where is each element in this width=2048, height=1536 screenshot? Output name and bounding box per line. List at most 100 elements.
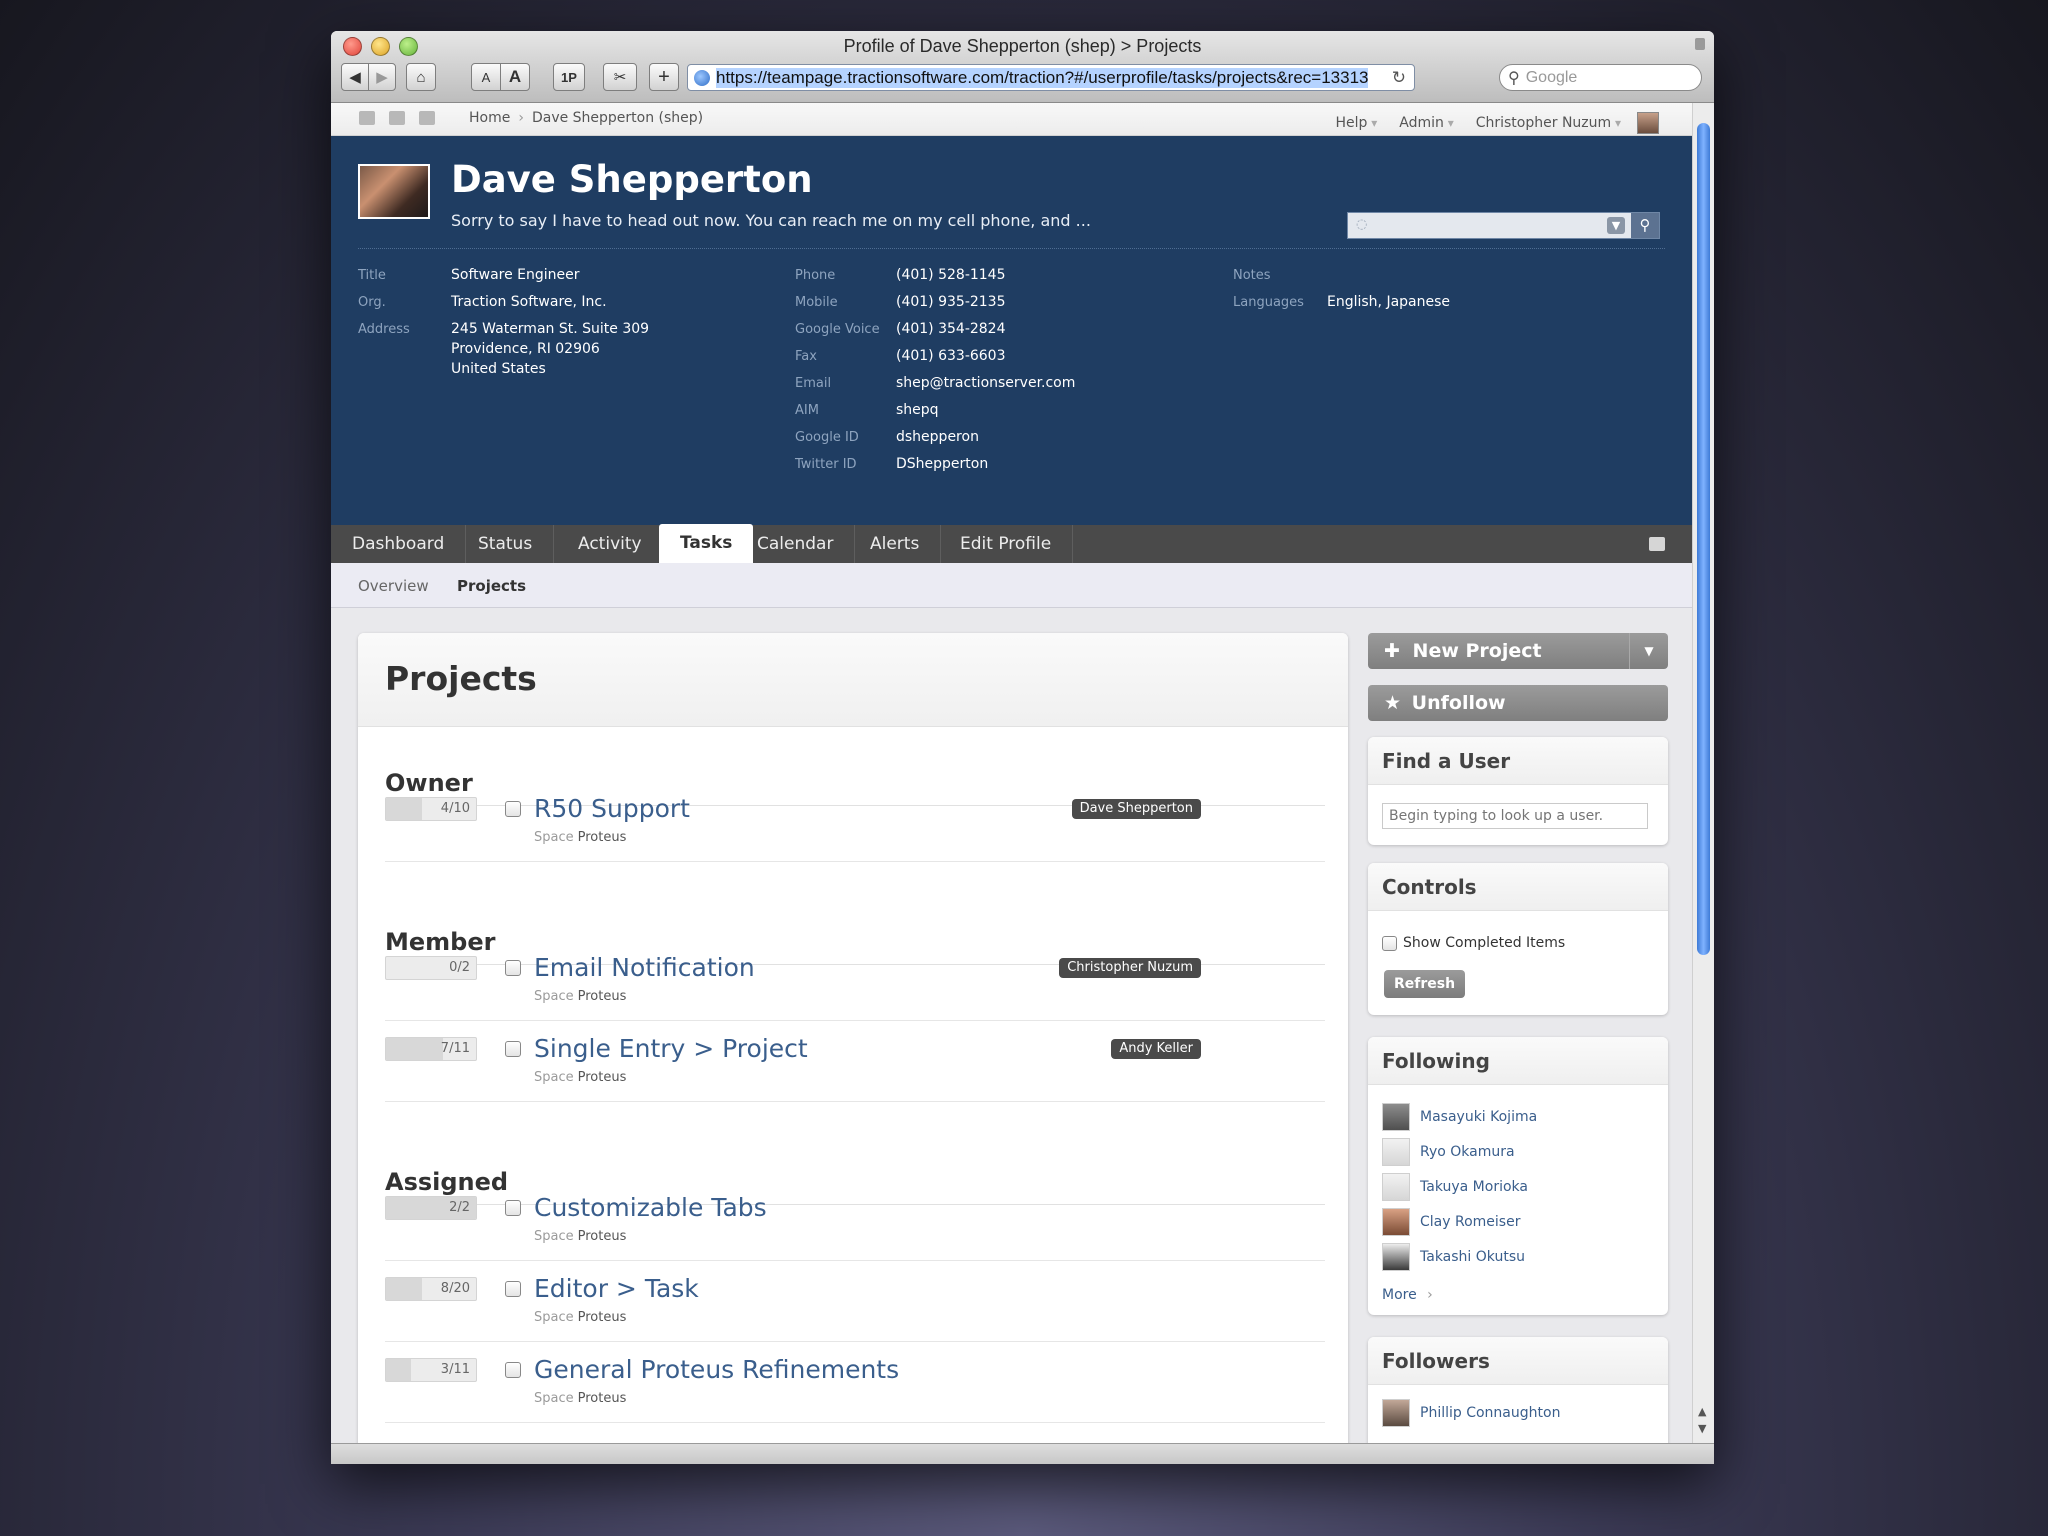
help-menu[interactable]: Help xyxy=(1335,115,1377,131)
dropdown-icon[interactable]: ▼ xyxy=(1607,217,1625,234)
following-item[interactable]: Ryo Okamura xyxy=(1382,1138,1515,1166)
owner-badge[interactable]: Christopher Nuzum xyxy=(1059,958,1201,978)
progress-bar: 8/20 xyxy=(385,1277,477,1301)
project-checkbox[interactable] xyxy=(505,801,521,817)
contact-label: Twitter ID xyxy=(795,457,857,472)
project-checkbox[interactable] xyxy=(505,1041,521,1057)
space-link[interactable]: Proteus xyxy=(578,1070,627,1085)
progress-bar: 4/10 xyxy=(385,797,477,821)
more-link[interactable]: More › xyxy=(1382,1287,1433,1303)
notes-label: Notes xyxy=(1233,268,1271,283)
onepassword-button[interactable]: 1P xyxy=(553,63,585,91)
print-icon[interactable] xyxy=(1649,537,1665,551)
following-name: Ryo Okamura xyxy=(1420,1144,1515,1160)
following-name: Takuya Morioka xyxy=(1420,1179,1528,1195)
space-link[interactable]: Proteus xyxy=(578,1229,627,1244)
spaces-icon[interactable] xyxy=(389,111,405,125)
scissors-icon: ✂ xyxy=(613,69,627,86)
browser-search-field[interactable]: ⚲ Google xyxy=(1499,64,1702,91)
show-completed-row: Show Completed Items xyxy=(1382,935,1565,951)
text-bigger-button[interactable]: A xyxy=(500,63,530,91)
tab-activity[interactable]: Activity xyxy=(557,525,664,563)
breadcrumb-home[interactable]: Home xyxy=(469,110,510,126)
contact-value: (401) 935-2135 xyxy=(896,294,1006,310)
show-completed-checkbox[interactable] xyxy=(1382,935,1397,951)
subtab-projects[interactable]: Projects xyxy=(457,577,526,595)
tab-calendar[interactable]: Calendar xyxy=(736,525,856,563)
progress-text: 3/11 xyxy=(440,1362,470,1377)
project-title-link[interactable]: R50 Support xyxy=(534,794,690,823)
follower-item[interactable]: Phillip Connaughton xyxy=(1382,1399,1560,1427)
forward-button[interactable]: ▶ xyxy=(368,63,396,91)
progress-fill xyxy=(386,798,422,820)
following-item[interactable]: Takashi Okutsu xyxy=(1382,1243,1525,1271)
project-title-link[interactable]: Single Entry > Project xyxy=(534,1034,808,1063)
avatar[interactable] xyxy=(1637,112,1659,134)
title-value: Software Engineer xyxy=(451,267,580,283)
contact-value: dshepperon xyxy=(896,429,979,445)
search-icon[interactable]: ⚲ xyxy=(1631,213,1659,238)
owner-badge[interactable]: Andy Keller xyxy=(1111,1039,1201,1059)
space-link[interactable]: Proteus xyxy=(578,830,627,845)
avatar xyxy=(1382,1173,1410,1201)
admin-menu[interactable]: Admin xyxy=(1399,115,1453,131)
progress-fill xyxy=(386,1278,422,1300)
people-icon[interactable] xyxy=(419,111,435,125)
section-heading: Owner xyxy=(385,769,473,797)
user-navigation: Help Admin Christopher Nuzum xyxy=(1335,112,1659,134)
subtab-overview[interactable]: Overview xyxy=(358,577,429,595)
project-checkbox[interactable] xyxy=(505,1200,521,1216)
space-label: Space xyxy=(534,1229,574,1244)
contact-label: Google Voice xyxy=(795,322,880,337)
reload-icon[interactable]: ↻ xyxy=(1392,68,1406,88)
space-link[interactable]: Proteus xyxy=(578,1391,627,1406)
owner-badge[interactable]: Dave Shepperton xyxy=(1071,799,1201,819)
url-text[interactable]: https://teampage.tractionsoftware.com/tr… xyxy=(716,67,1369,88)
tab-status[interactable]: Status xyxy=(457,525,555,563)
following-item[interactable]: Clay Romeiser xyxy=(1382,1208,1520,1236)
scroll-thumb[interactable] xyxy=(1697,123,1710,955)
refresh-button[interactable]: Refresh xyxy=(1384,970,1466,998)
contact-value: shepq xyxy=(896,402,939,418)
home-button[interactable]: ⌂ xyxy=(406,63,436,91)
contact-value: DShepperton xyxy=(896,456,989,472)
spinner-icon: ◌ xyxy=(1356,217,1368,232)
profile-search-input[interactable]: ◌ ▼ ⚲ xyxy=(1347,212,1660,239)
project-checkbox[interactable] xyxy=(505,1281,521,1297)
project-space: Space Proteus xyxy=(534,1229,626,1244)
project-title-link[interactable]: Editor > Task xyxy=(534,1274,699,1303)
home-icon[interactable] xyxy=(359,111,375,125)
clip-button[interactable]: ✂ xyxy=(603,63,637,91)
following-name: Clay Romeiser xyxy=(1420,1214,1521,1230)
space-label: Space xyxy=(534,1070,574,1085)
profile-name: Dave Shepperton xyxy=(451,158,813,201)
project-title-link[interactable]: General Proteus Refinements xyxy=(534,1355,899,1384)
project-checkbox[interactable] xyxy=(505,960,521,976)
chevron-right-icon: › xyxy=(1427,1287,1433,1303)
text-smaller-button[interactable]: A xyxy=(471,63,501,91)
scroll-arrows[interactable]: ▲ ▼ xyxy=(1698,1403,1706,1437)
project-checkbox[interactable] xyxy=(505,1362,521,1378)
vertical-scrollbar[interactable]: ▲ ▼ xyxy=(1692,103,1714,1443)
tab-dashboard[interactable]: Dashboard xyxy=(331,525,467,563)
address-bar[interactable]: https://teampage.tractionsoftware.com/tr… xyxy=(687,64,1415,91)
add-bookmark-button[interactable]: + xyxy=(649,63,679,91)
unfollow-button[interactable]: ★ Unfollow xyxy=(1368,685,1668,721)
tab-alerts[interactable]: Alerts xyxy=(849,525,942,563)
find-user-input[interactable] xyxy=(1382,803,1648,829)
project-space: Space Proteus xyxy=(534,830,626,845)
following-item[interactable]: Masayuki Kojima xyxy=(1382,1103,1537,1131)
breadcrumb-user[interactable]: Dave Shepperton (shep) xyxy=(532,110,703,126)
project-title-link[interactable]: Email Notification xyxy=(534,953,755,982)
back-button[interactable]: ◀ xyxy=(341,63,369,91)
user-menu[interactable]: Christopher Nuzum xyxy=(1476,115,1621,131)
project-title-link[interactable]: Customizable Tabs xyxy=(534,1193,767,1222)
tab-edit-profile[interactable]: Edit Profile xyxy=(939,525,1074,563)
space-link[interactable]: Proteus xyxy=(578,1310,627,1325)
home-icon: ⌂ xyxy=(416,68,426,86)
chevron-down-icon[interactable]: ▼ xyxy=(1629,633,1668,669)
space-link[interactable]: Proteus xyxy=(578,989,627,1004)
new-project-button[interactable]: ✚ New Project ▼ xyxy=(1368,633,1668,669)
progress-text: 4/10 xyxy=(440,801,470,816)
following-item[interactable]: Takuya Morioka xyxy=(1382,1173,1528,1201)
